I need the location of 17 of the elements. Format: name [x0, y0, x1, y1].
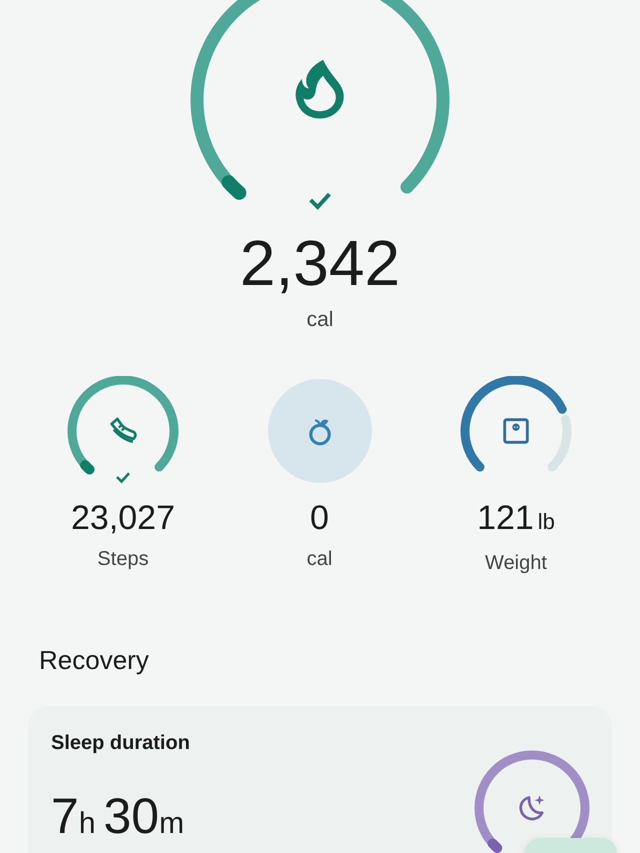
calorie-unit: cal: [306, 308, 334, 332]
calorie-count: 2,342: [238, 226, 402, 300]
gauge-track: [548, 414, 572, 472]
hours-unit: h: [78, 807, 96, 841]
metric-label: cal: [306, 548, 332, 571]
metric-value: 0: [310, 498, 329, 538]
metric-value: 23,027: [71, 498, 175, 538]
card-title: Sleep duration: [51, 732, 190, 755]
metric-label: Steps: [97, 548, 149, 571]
section-title: Recovery: [39, 645, 150, 676]
metric-value: 121: [477, 498, 534, 538]
metric-unit: lb: [538, 508, 555, 536]
goal-overlap-marker: [488, 838, 502, 853]
sleep-minutes: 30: [104, 787, 160, 845]
sleep-hours: 7: [51, 787, 79, 845]
minutes-unit: m: [159, 807, 184, 841]
metric-label: Weight: [485, 552, 547, 575]
